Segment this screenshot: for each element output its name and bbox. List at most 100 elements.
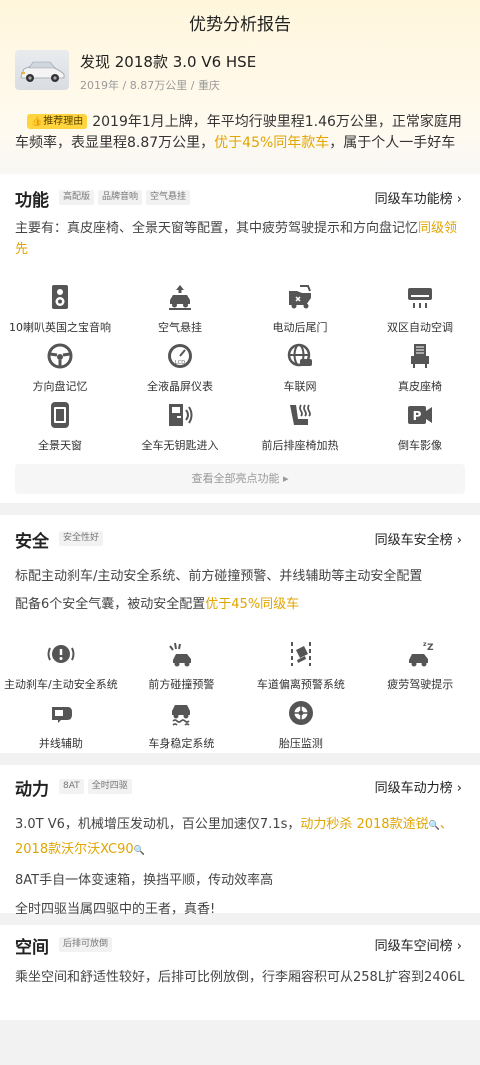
tag: 高配版	[59, 190, 95, 205]
feature-item[interactable]: P 倒车影像	[360, 401, 480, 460]
car-city: 重庆	[197, 79, 220, 92]
dual-zone-ac-icon	[406, 283, 434, 311]
tag: 空气悬挂	[146, 190, 191, 205]
feature-label: 车联网	[283, 380, 317, 393]
feature-item[interactable]: 前后排座椅加热	[240, 401, 360, 460]
speaker-icon	[46, 283, 74, 311]
report-header: 优势分析报告 发现 2018款 3.0 V6 HSE 2019年 / 8.87万…	[0, 0, 480, 186]
feature-label: 车身稳定系统	[148, 737, 215, 750]
tag: 8AT	[59, 779, 84, 794]
svg-text:Z: Z	[427, 643, 434, 653]
car-year: 2019年	[80, 79, 119, 92]
power-tailgate-icon	[286, 283, 314, 311]
feature-item[interactable]: 全车无钥匙进入	[120, 401, 240, 460]
feature-item[interactable]: Zz 疲劳驾驶提示	[361, 640, 480, 699]
feature-item[interactable]: 10喇叭英国之宝音响	[0, 283, 120, 342]
feature-label: 车道偏离预警系统	[256, 678, 345, 691]
tag: 后排可放倒	[59, 937, 113, 952]
search-icon: 🔍	[428, 821, 440, 831]
reverse-camera-icon: P	[406, 401, 434, 429]
blind-spot-icon	[47, 699, 75, 727]
feature-label: 倒车影像	[398, 439, 442, 452]
reason-highlight: 优于45%同年款车	[214, 135, 330, 151]
separator: 、	[439, 817, 453, 832]
feature-item[interactable]: 空气悬挂	[120, 283, 240, 342]
feature-item[interactable]: 车联网	[240, 342, 360, 401]
lane-departure-icon	[287, 640, 315, 668]
feature-item[interactable]: 胎压监测	[241, 699, 360, 758]
view-all-features-button[interactable]: 查看全部亮点功能 ▸	[15, 464, 465, 494]
active-brake-icon	[47, 640, 75, 668]
compare-link-touareg[interactable]: 动力秒杀 2018款途锐🔍	[300, 817, 439, 832]
feature-label: 疲劳驾驶提示	[387, 678, 454, 691]
car-mileage: 8.87万公里	[129, 79, 188, 92]
seat-heating-icon	[286, 401, 314, 429]
svg-text:LCD: LCD	[175, 360, 185, 366]
function-rank-link[interactable]: 同级车功能榜 ›	[375, 188, 462, 207]
feature-item[interactable]: 主动刹车/主动安全系统	[0, 640, 122, 699]
space-section: 空间 后排可放倒 同级车空间榜 › 乘坐空间和舒适性较好，后排可比例放倒，行李厢…	[0, 925, 480, 1020]
recommend-tag-label: 推荐理由	[43, 116, 84, 127]
meta-separator: /	[190, 79, 195, 92]
recommend-tag: 👍推荐理由	[27, 114, 88, 129]
panoramic-sunroof-icon	[46, 401, 74, 429]
section-title: 安全	[15, 532, 49, 552]
safety-line-1: 标配主动刹车/主动安全系统、前方碰撞预警、并线辅助等主动安全配置	[15, 569, 423, 584]
desc-text: 配备6个安全气囊，被动安全配置	[15, 597, 206, 612]
desc-text: 主要有：真皮座椅、全景天窗等配置，其中疲劳驾驶提示和方向盘记忆	[15, 221, 419, 236]
safety-desc: 标配主动刹车/主动安全系统、前方碰撞预警、并线辅助等主动安全配置 配备6个安全气…	[0, 563, 480, 619]
space-rank-link[interactable]: 同级车空间榜 ›	[375, 935, 462, 954]
safety-section: 安全 安全性好 同级车安全榜 › 标配主动刹车/主动安全系统、前方碰撞预警、并线…	[0, 515, 480, 753]
power-line-2: 8AT手自一体变速箱，换挡平顺，传动效率高	[15, 873, 274, 888]
car-summary[interactable]: 发现 2018款 3.0 V6 HSE 2019年 / 8.87万公里 / 重庆	[15, 50, 256, 93]
feature-label: 主动刹车/主动安全系统	[4, 678, 118, 691]
recommend-reason: 👍推荐理由 2019年1月上牌，年平均行驶里程1.46万公里，正常家庭用车频率，表…	[15, 112, 465, 162]
feature-label: 全液晶屏仪表	[147, 380, 213, 393]
function-desc: 主要有：真皮座椅、全景天窗等配置，其中疲劳驾驶提示和方向盘记忆同级领先	[0, 218, 480, 260]
meta-separator: /	[122, 79, 127, 92]
stability-control-icon	[167, 699, 195, 727]
tag: 安全性好	[59, 531, 104, 546]
feature-item[interactable]: 方向盘记忆	[0, 342, 120, 401]
feature-item[interactable]: 前方碰撞预警	[122, 640, 241, 699]
feature-label: 真皮座椅	[398, 380, 442, 393]
desc-highlight: 优于45%同级车	[205, 597, 300, 612]
compare-link-label: 动力秒杀 2018款途锐	[300, 817, 429, 832]
fatigue-alert-icon: Zz	[406, 640, 434, 668]
compare-link-xc90[interactable]: 2018款沃尔沃XC90🔍	[15, 842, 145, 857]
feature-item[interactable]: 真皮座椅	[360, 342, 480, 401]
feature-item[interactable]: 车身稳定系统	[122, 699, 241, 758]
feature-item[interactable]: 车道偏离预警系统	[241, 640, 360, 699]
safety-line-2: 配备6个安全气囊，被动安全配置优于45%同级车	[15, 591, 465, 619]
feature-label: 电动后尾门	[272, 321, 328, 334]
collision-warning-icon	[167, 640, 195, 668]
leather-seat-icon	[406, 342, 434, 370]
power-line-3: 全时四驱当属四驱中的王者，真香!	[15, 902, 216, 917]
car-meta: 2019年 / 8.87万公里 / 重庆	[80, 77, 256, 93]
feature-item[interactable]: LCD 全液晶屏仪表	[120, 342, 240, 401]
space-tags: 后排可放倒	[59, 937, 113, 952]
safety-rank-link[interactable]: 同级车安全榜 ›	[375, 529, 462, 548]
car-name: 发现 2018款 3.0 V6 HSE	[80, 53, 257, 71]
power-rank-link[interactable]: 同级车动力榜 ›	[375, 777, 462, 796]
feature-label: 空气悬挂	[158, 321, 202, 334]
lcd-gauge-icon: LCD	[166, 342, 194, 370]
feature-item[interactable]: 并线辅助	[0, 699, 122, 758]
page-title: 优势分析报告	[189, 15, 291, 35]
power-tags: 8AT 全时四驱	[59, 779, 132, 794]
function-section: 功能 高配版 品牌音响 空气悬挂 同级车功能榜 › 主要有：真皮座椅、全景天窗等…	[0, 174, 480, 503]
desc-text: 3.0T V6，机械增压发动机，百公里加速仅7.1s，	[15, 817, 301, 832]
section-title: 功能	[15, 191, 49, 211]
feature-item[interactable]: 双区自动空调	[360, 283, 480, 342]
power-desc: 3.0T V6，机械增压发动机，百公里加速仅7.1s，动力秒杀 2018款途锐🔍…	[0, 813, 480, 921]
safety-tags: 安全性好	[59, 531, 104, 546]
function-tags: 高配版 品牌音响 空气悬挂	[59, 190, 191, 205]
feature-item[interactable]: 电动后尾门	[240, 283, 360, 342]
power-line-1: 3.0T V6，机械增压发动机，百公里加速仅7.1s，动力秒杀 2018款途锐🔍…	[15, 813, 465, 863]
compare-link-label: 2018款沃尔沃XC90	[15, 842, 134, 857]
tag: 品牌音响	[98, 190, 143, 205]
feature-item[interactable]: 全景天窗	[0, 401, 120, 460]
car-thumbnail	[15, 50, 69, 90]
tag: 全时四驱	[87, 779, 132, 794]
keyless-entry-icon	[166, 401, 194, 429]
